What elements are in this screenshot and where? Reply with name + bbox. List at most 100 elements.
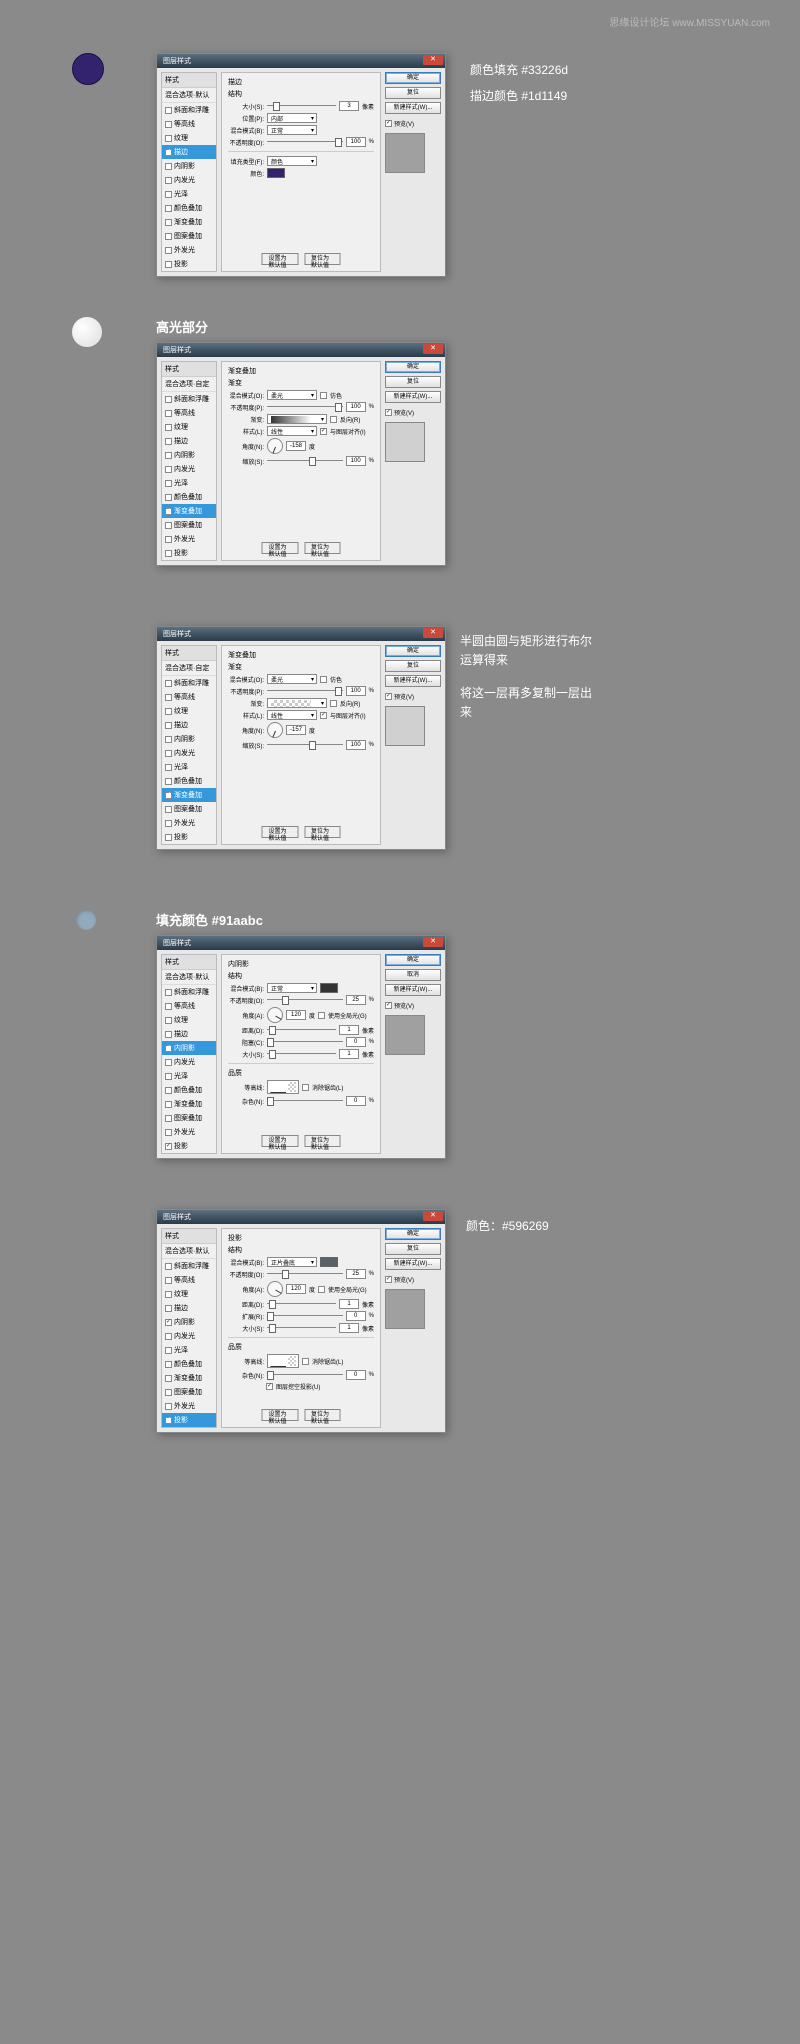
set-default-button[interactable]: 设置为默认值 [262,253,299,265]
style-gradient-overlay[interactable]: 渐变叠加 [162,215,216,229]
angle-dial[interactable] [267,438,283,454]
opacity-slider[interactable] [267,405,343,409]
align-checkbox[interactable] [320,428,327,435]
style-inner-shadow[interactable]: 内阴影 [162,159,216,173]
style-color-overlay[interactable]: 颜色叠加 [162,201,216,215]
ok-button[interactable]: 确定 [385,954,441,966]
opacity-input[interactable]: 100 [346,137,366,147]
blend-options[interactable]: 混合选项·默认 [162,88,216,103]
settings-panel: 渐变叠加 渐变 混合模式(O):柔光仿色 不透明度(P):100% 渐变:反向(… [221,361,381,561]
style-inner-shadow[interactable]: 内阴影 [162,1041,216,1055]
reset-button[interactable]: 复位 [385,1243,441,1255]
ok-button[interactable]: 确定 [385,645,441,657]
blend-options[interactable]: 混合选项·默认 [162,970,216,985]
blend-dropdown[interactable]: 柔光 [267,390,317,400]
shadow-color-swatch[interactable] [320,983,338,993]
cancel-button[interactable]: 取消 [385,969,441,981]
gradient-picker[interactable] [267,414,327,424]
style-gradient-overlay[interactable]: 渐变叠加 [162,504,216,518]
ok-button[interactable]: 确定 [385,361,441,373]
style-bevel[interactable]: 斜面和浮雕 [162,103,216,117]
annotation-duplicate: 将这一层再多复制一层出来 [460,684,600,722]
knockout-checkbox[interactable] [266,1383,273,1390]
styles-list: 样式 混合选项·默认 斜面和浮雕 等高线 纹理 描边 内阴影 内发光 光泽 颜色… [161,72,217,272]
reset-default-button[interactable]: 复位为默认值 [304,542,341,554]
style-drop-shadow[interactable]: 投影 [162,257,216,271]
dialog-titlebar[interactable]: 图层样式✕ [157,1210,445,1224]
style-stroke[interactable]: 描边 [162,145,216,159]
ok-button[interactable]: 确定 [385,1228,441,1240]
styles-list: 样式 混合选项·默认 斜面和浮雕 等高线 纹理 描边 内阴影 内发光 光泽 颜色… [161,1228,217,1428]
blend-options[interactable]: 混合选项·自定 [162,377,216,392]
preview-checkbox[interactable] [385,409,392,416]
section-stroke: 颜色填充 #33226d 描边颜色 #1d1149 图层样式✕ 样式 混合选项·… [0,53,800,277]
close-icon[interactable]: ✕ [423,55,443,65]
angle-dial[interactable] [267,722,283,738]
dialog-titlebar[interactable]: 图层样式✕ [157,343,445,357]
reset-button[interactable]: 复位 [385,87,441,99]
annotation-fill: 颜色填充 #33226d [470,61,568,80]
style-drop-shadow[interactable]: 投影 [162,1413,216,1427]
close-icon[interactable]: ✕ [423,1211,443,1221]
reset-button[interactable]: 复位 [385,376,441,388]
blend-options[interactable]: 混合选项·默认 [162,1244,216,1259]
contour-picker[interactable] [267,1080,299,1094]
new-style-button[interactable]: 新建样式(W)... [385,984,441,996]
style-contour[interactable]: 等高线 [162,117,216,131]
color-swatch[interactable] [267,168,285,178]
right-buttons: 确定 复位 新建样式(W)... 预览(V) [385,72,441,272]
blend-options[interactable]: 混合选项·自定 [162,661,216,676]
blend-dropdown[interactable]: 正片叠底 [267,1257,317,1267]
new-style-button[interactable]: 新建样式(W)... [385,675,441,687]
opacity-slider[interactable] [267,140,343,144]
sample-circle-blue [76,910,96,930]
filltype-dropdown[interactable]: 颜色 [267,156,317,166]
angle-input[interactable]: -158 [286,441,306,451]
section-highlight: 高光部分 图层样式✕ 样式 混合选项·自定 斜面和浮雕 等高线 纹理 描边 内阴… [0,317,800,566]
dialog-titlebar[interactable]: 图层样式✕ [157,54,445,68]
scale-slider[interactable] [267,459,343,463]
angle-dial[interactable] [267,1007,283,1023]
angle-dial[interactable] [267,1281,283,1297]
dither-checkbox[interactable] [320,392,327,399]
settings-panel: 描边 结构 大小(S):3像素 位置(P):内部 混合模式(B):正常 不透明度… [221,72,381,272]
position-dropdown[interactable]: 内部 [267,113,317,123]
gradient-picker[interactable] [267,698,327,708]
size-input[interactable]: 3 [339,101,359,111]
blend-dropdown[interactable]: 柔光 [267,674,317,684]
blend-dropdown[interactable]: 正常 [267,983,317,993]
styles-list: 样式 混合选项·自定 斜面和浮雕 等高线 纹理 描边 内阴影 内发光 光泽 颜色… [161,361,217,561]
style-dropdown[interactable]: 线性 [267,426,317,436]
style-satin[interactable]: 光泽 [162,187,216,201]
layer-style-dialog-4: 图层样式✕ 样式 混合选项·默认 斜面和浮雕 等高线 纹理 描边 内阴影 内发光… [156,935,446,1159]
new-style-button[interactable]: 新建样式(W)... [385,1258,441,1270]
close-icon[interactable]: ✕ [423,628,443,638]
section-inner-shadow: 填充颜色 #91aabc 图层样式✕ 样式 混合选项·默认 斜面和浮雕 等高线 … [0,910,800,1159]
style-pattern-overlay[interactable]: 图案叠加 [162,229,216,243]
preview-checkbox[interactable] [385,120,392,127]
struct-heading: 结构 [228,89,374,99]
new-style-button[interactable]: 新建样式(W)... [385,391,441,403]
reverse-checkbox[interactable] [330,416,337,423]
opacity-input[interactable]: 100 [346,402,366,412]
dialog-titlebar[interactable]: 图层样式✕ [157,627,445,641]
ok-button[interactable]: 确定 [385,72,441,84]
dialog-titlebar[interactable]: 图层样式✕ [157,936,445,950]
new-style-button[interactable]: 新建样式(W)... [385,102,441,114]
contour-picker[interactable] [267,1354,299,1368]
layer-style-dialog-5: 图层样式✕ 样式 混合选项·默认 斜面和浮雕 等高线 纹理 描边 内阴影 内发光… [156,1209,446,1433]
reset-button[interactable]: 复位 [385,660,441,672]
set-default-button[interactable]: 设置为默认值 [262,542,299,554]
sample-circle-purple [72,53,104,85]
style-gradient-overlay[interactable]: 渐变叠加 [162,788,216,802]
scale-input[interactable]: 100 [346,456,366,466]
style-outer-glow[interactable]: 外发光 [162,243,216,257]
close-icon[interactable]: ✕ [423,344,443,354]
size-slider[interactable] [267,104,336,108]
reset-default-button[interactable]: 复位为默认值 [304,253,341,265]
style-texture[interactable]: 纹理 [162,131,216,145]
blend-dropdown[interactable]: 正常 [267,125,317,135]
style-inner-glow[interactable]: 内发光 [162,173,216,187]
close-icon[interactable]: ✕ [423,937,443,947]
shadow-color-swatch[interactable] [320,1257,338,1267]
